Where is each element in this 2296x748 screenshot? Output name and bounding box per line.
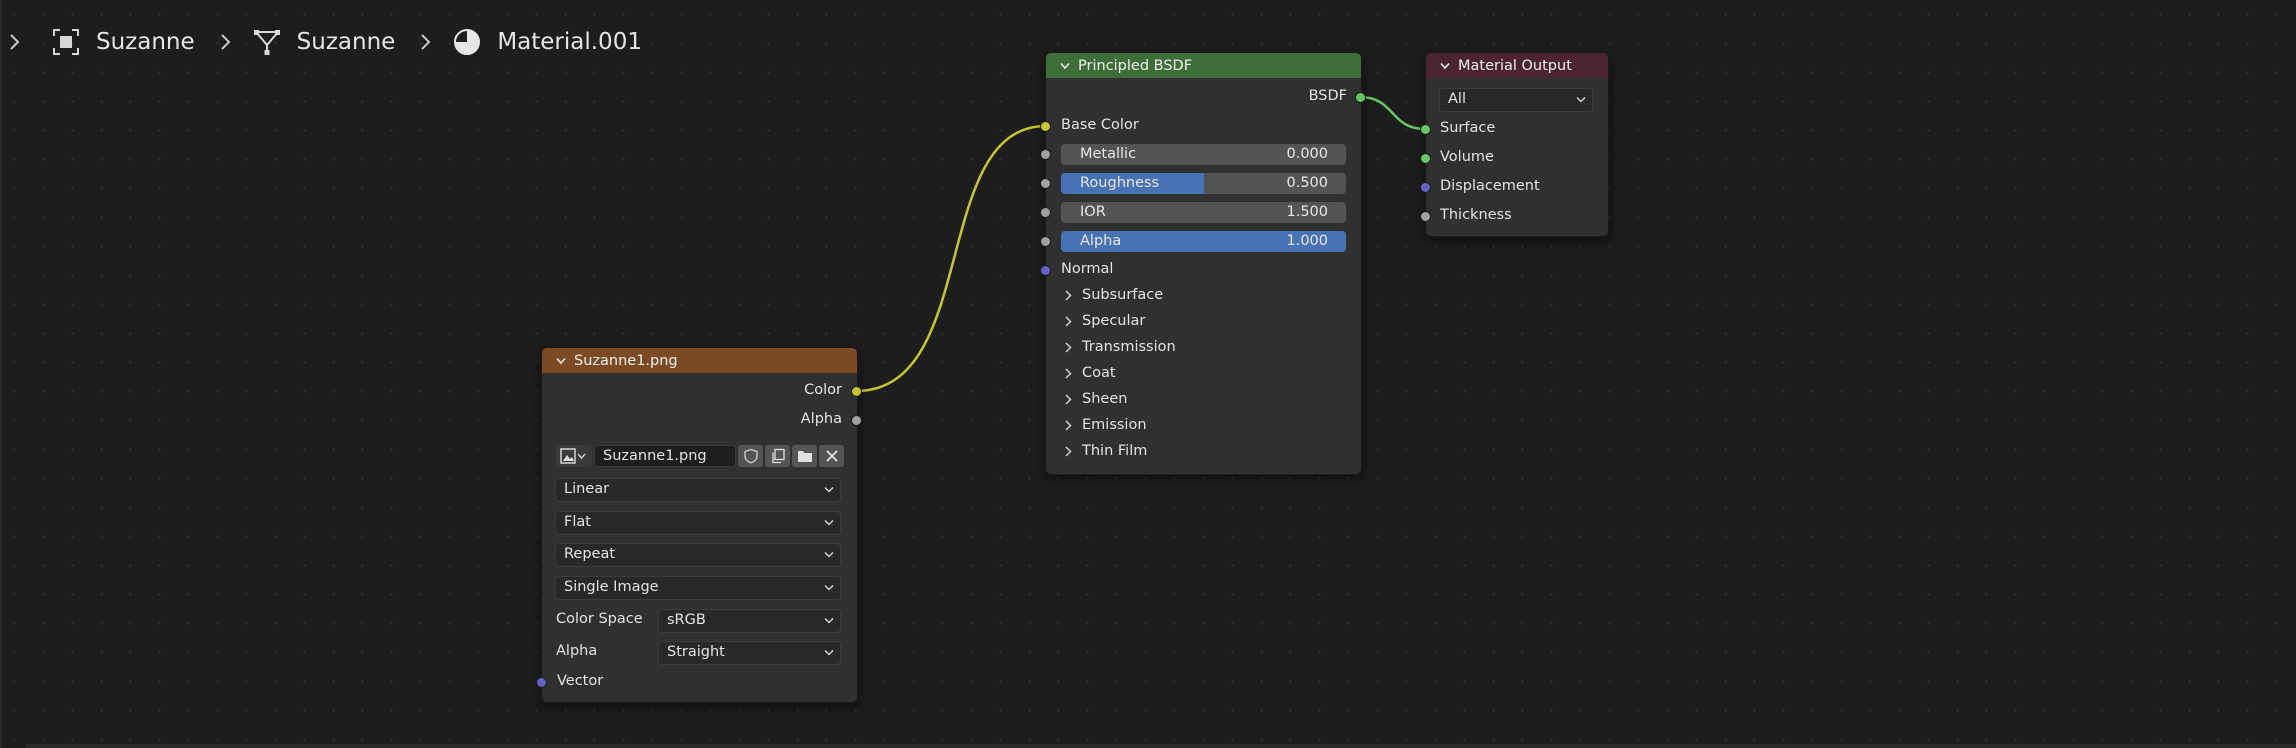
socket-surface[interactable]	[1420, 124, 1431, 135]
socket-thickness[interactable]	[1420, 211, 1431, 222]
target-dropdown[interactable]: All	[1439, 88, 1593, 112]
color-space-label: Color Space	[556, 611, 643, 627]
chevron-down-icon	[824, 649, 834, 656]
node-header[interactable]: Material Output	[1426, 53, 1608, 78]
panel-emission[interactable]: Emission	[1064, 417, 1147, 433]
socket-alpha-output[interactable]	[851, 415, 862, 426]
image-texture-node[interactable]: Suzanne1.png Color Alpha Suzanne1.png Li…	[541, 347, 858, 703]
collapse-chevron-icon[interactable]	[1440, 62, 1450, 70]
material-output-node[interactable]: Material Output All Surface Volume Displ…	[1425, 52, 1609, 237]
material-icon	[454, 29, 481, 55]
chevron-right-icon	[1065, 445, 1072, 457]
metallic-slider[interactable]: Metallic 0.000	[1061, 144, 1346, 165]
collapse-chevron-icon[interactable]	[1060, 62, 1070, 70]
alpha-slider[interactable]: Alpha 1.000	[1061, 231, 1346, 252]
node-header[interactable]: Principled BSDF	[1046, 53, 1361, 78]
alpha-mode-dropdown[interactable]: Straight	[658, 641, 841, 665]
panel-subsurface[interactable]: Subsurface	[1064, 287, 1163, 303]
close-icon	[825, 450, 838, 462]
folder-icon	[797, 451, 812, 462]
breadcrumb-mesh[interactable]: Suzanne	[297, 29, 396, 55]
chevron-down-icon	[824, 519, 834, 526]
alpha-mode-label: Alpha	[556, 643, 598, 659]
chevron-down-icon	[824, 617, 834, 624]
shield-icon	[743, 448, 758, 464]
chevron-right-icon	[1065, 341, 1072, 353]
input-label-displacement: Displacement	[1440, 178, 1540, 194]
link-bsdf-to-surface	[1359, 95, 1426, 131]
breadcrumb-object[interactable]: Suzanne	[96, 29, 195, 55]
node-title: Principled BSDF	[1078, 57, 1193, 74]
chevron-right-icon	[1065, 419, 1072, 431]
socket-ior[interactable]	[1040, 207, 1051, 218]
chevron-right-icon	[421, 34, 431, 50]
socket-normal[interactable]	[1040, 265, 1051, 276]
ior-slider[interactable]: IOR 1.500	[1061, 202, 1346, 223]
extension-dropdown[interactable]: Repeat	[555, 543, 841, 567]
input-label-thickness: Thickness	[1440, 207, 1512, 223]
image-icon	[560, 448, 586, 464]
chevron-right-icon	[220, 34, 231, 50]
projection-dropdown[interactable]: Flat	[555, 511, 841, 535]
socket-metallic[interactable]	[1040, 149, 1051, 160]
open-image-button[interactable]	[792, 445, 817, 467]
socket-roughness[interactable]	[1040, 178, 1051, 189]
socket-bsdf-output[interactable]	[1355, 92, 1366, 103]
node-title: Material Output	[1458, 57, 1572, 74]
chevron-down-icon	[824, 551, 834, 558]
principled-bsdf-node[interactable]: Principled BSDF BSDF Base Color Metallic…	[1045, 52, 1362, 475]
socket-alpha[interactable]	[1040, 236, 1051, 247]
input-label-base-color: Base Color	[1061, 117, 1139, 133]
browse-image-button[interactable]	[556, 445, 592, 467]
unlink-image-button[interactable]	[819, 445, 844, 467]
chevron-down-icon	[824, 584, 834, 591]
chevron-down-icon	[1576, 96, 1586, 103]
node-header[interactable]: Suzanne1.png	[542, 348, 857, 373]
input-label-volume: Volume	[1440, 149, 1494, 165]
chevron-down-icon	[824, 486, 834, 493]
node-title: Suzanne1.png	[574, 352, 678, 369]
panel-thin-film[interactable]: Thin Film	[1064, 443, 1147, 459]
interpolation-dropdown[interactable]: Linear	[555, 478, 841, 502]
roughness-slider[interactable]: Roughness 0.500	[1061, 173, 1346, 194]
input-label-normal: Normal	[1061, 261, 1114, 277]
panel-transmission[interactable]: Transmission	[1064, 339, 1176, 355]
collapse-chevron-icon[interactable]	[556, 357, 566, 365]
source-dropdown[interactable]: Single Image	[555, 576, 841, 600]
new-image-button[interactable]	[765, 445, 790, 467]
image-name-field[interactable]: Suzanne1.png	[594, 445, 736, 467]
panel-specular[interactable]: Specular	[1064, 313, 1145, 329]
socket-color-output[interactable]	[851, 386, 862, 397]
output-label-color: Color	[804, 382, 842, 398]
chevron-right-icon[interactable]	[8, 32, 22, 52]
fake-user-button[interactable]	[738, 445, 763, 467]
chevron-right-icon	[1065, 315, 1072, 327]
input-label-surface: Surface	[1440, 120, 1496, 136]
link-color-to-base-color	[855, 124, 1047, 393]
socket-displacement[interactable]	[1420, 182, 1431, 193]
chevron-right-icon	[1065, 393, 1072, 405]
mesh-icon	[253, 30, 280, 55]
chevron-right-icon	[1065, 289, 1072, 301]
output-label-bsdf: BSDF	[1308, 88, 1347, 104]
socket-base-color[interactable]	[1040, 121, 1051, 132]
output-label-alpha: Alpha	[800, 411, 842, 427]
duplicate-icon	[771, 448, 785, 464]
panel-coat[interactable]: Coat	[1064, 365, 1116, 381]
socket-vector[interactable]	[536, 677, 547, 688]
chevron-right-icon	[1065, 367, 1072, 379]
socket-volume[interactable]	[1420, 153, 1431, 164]
input-label-vector: Vector	[557, 673, 604, 689]
panel-sheen[interactable]: Sheen	[1064, 391, 1127, 407]
color-space-dropdown[interactable]: sRGB	[658, 609, 841, 633]
breadcrumb-material[interactable]: Material.001	[497, 29, 642, 55]
breadcrumb: Suzanne Suzanne Material.001	[0, 20, 642, 64]
image-selector: Suzanne1.png	[556, 444, 846, 468]
object-icon	[53, 29, 79, 55]
